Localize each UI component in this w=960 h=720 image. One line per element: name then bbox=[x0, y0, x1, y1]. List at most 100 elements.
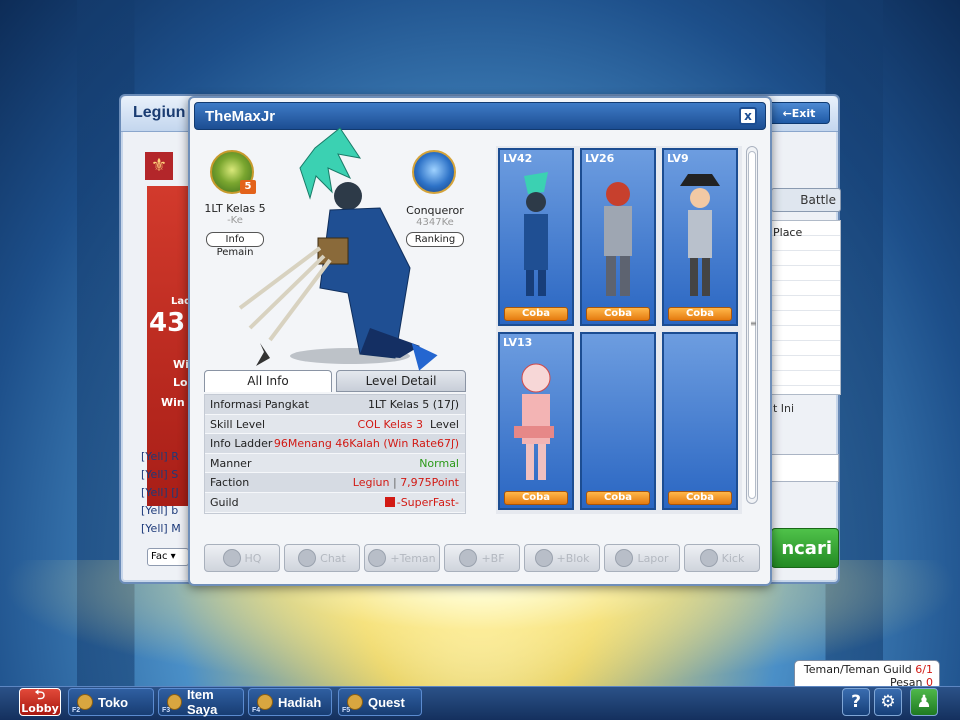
lobby-label: Lobby bbox=[21, 702, 59, 715]
slot-level: LV9 bbox=[667, 152, 689, 165]
ladder-value: 43 bbox=[149, 308, 186, 338]
block-icon bbox=[534, 549, 553, 567]
action-label: HQ bbox=[244, 551, 262, 565]
slot-level: LV42 bbox=[503, 152, 533, 165]
info-key: Info Ladder bbox=[210, 437, 273, 451]
guild-name: -SuperFast- bbox=[396, 495, 459, 509]
lose-label: Lo bbox=[173, 376, 188, 389]
report-button[interactable]: Lapor bbox=[604, 544, 680, 572]
hotkey-label: F3 bbox=[162, 707, 171, 714]
hotkey-label: F2 bbox=[72, 707, 81, 714]
report-icon bbox=[615, 549, 634, 567]
friends-count: 6/1 bbox=[915, 663, 933, 676]
battle-button[interactable]: Battle bbox=[771, 188, 841, 212]
info-table: Informasi Pangkat 1LT Kelas 5 (17ʃ) Skil… bbox=[204, 394, 466, 514]
character-avatar bbox=[238, 127, 420, 366]
grip-icon: ≡ bbox=[750, 319, 757, 328]
info-key: Faction bbox=[210, 476, 250, 490]
action-label: +Teman bbox=[390, 551, 436, 565]
settings-gear-icon[interactable]: ⚙ bbox=[874, 688, 902, 716]
chat-button[interactable]: Chat bbox=[284, 544, 360, 572]
faction-separator: | bbox=[392, 476, 397, 490]
chat-icon bbox=[298, 549, 317, 567]
info-row: Skill Level COL Kelas 3 Level bbox=[205, 415, 465, 435]
hq-button[interactable]: HQ bbox=[204, 544, 280, 572]
coba-button[interactable]: Coba bbox=[668, 491, 732, 505]
action-label: Kick bbox=[721, 551, 745, 565]
toko-button[interactable]: F2 Toko bbox=[68, 688, 154, 716]
close-button[interactable]: x bbox=[739, 107, 757, 125]
faction-select[interactable]: Fac ▾ bbox=[147, 548, 189, 566]
ranking-list bbox=[771, 220, 841, 395]
character-slot[interactable]: LV9 Coba bbox=[662, 148, 738, 326]
coba-button[interactable]: Coba bbox=[586, 307, 650, 321]
toko-label: Toko bbox=[98, 694, 129, 710]
scroll-thumb[interactable]: ≡ bbox=[748, 151, 757, 499]
bf-icon bbox=[459, 549, 478, 567]
tab-all-info[interactable]: All Info bbox=[204, 370, 332, 392]
character-figure-icon bbox=[524, 172, 548, 296]
hq-icon bbox=[222, 549, 241, 567]
kick-button[interactable]: Kick bbox=[684, 544, 760, 572]
character-slot[interactable]: LV42 Coba bbox=[498, 148, 574, 326]
block-button[interactable]: +Blok bbox=[524, 544, 600, 572]
info-key: Manner bbox=[210, 456, 252, 470]
item-saya-button[interactable]: F3 Item Saya bbox=[158, 687, 244, 717]
hadiah-label: Hadiah bbox=[278, 694, 322, 710]
action-label: +BF bbox=[481, 551, 505, 565]
info-value: COL Kelas 3 Level bbox=[358, 415, 459, 435]
quest-button[interactable]: F5 Quest bbox=[338, 688, 422, 716]
character-slot[interactable]: LV26 Coba bbox=[580, 148, 656, 326]
faction-select-value: Fac bbox=[151, 551, 168, 562]
help-button[interactable]: ? bbox=[842, 688, 870, 716]
character-slot[interactable]: Coba bbox=[580, 332, 656, 510]
search-button[interactable]: ncari bbox=[771, 528, 839, 568]
skill-level-suffix: Level bbox=[429, 417, 459, 431]
skill-level-value: COL Kelas 3 bbox=[357, 417, 423, 431]
character-figure-icon bbox=[514, 363, 554, 480]
winrate-label: Win bbox=[161, 396, 185, 409]
faction-points: 7,975Point bbox=[400, 476, 459, 490]
coba-button[interactable]: Coba bbox=[668, 307, 732, 321]
info-row: Manner Normal bbox=[205, 454, 465, 474]
character-slots: LV42 Coba LV26 Coba LV9 Coba LV13 Coba C… bbox=[496, 146, 742, 514]
exit-button[interactable]: ← Exit bbox=[768, 102, 830, 124]
slot-level: LV26 bbox=[585, 152, 615, 165]
tab-level-detail[interactable]: Level Detail bbox=[336, 370, 466, 392]
add-bf-button[interactable]: +BF bbox=[444, 544, 520, 572]
info-row: Faction Legiun | 7,975Point bbox=[205, 473, 465, 493]
coba-button[interactable]: Coba bbox=[504, 491, 568, 505]
add-friend-button[interactable]: +Teman bbox=[364, 544, 440, 572]
friends-line: Teman/Teman Guild 6/1 bbox=[801, 663, 933, 676]
action-bar: HQ Chat +Teman +BF +Blok Lapor Kick bbox=[204, 544, 760, 574]
character-slot[interactable]: Coba bbox=[662, 332, 738, 510]
profile-window: TheMaxJr x 5 1LT Kelas 5 -Ke Info Pemain… bbox=[188, 96, 772, 586]
exit-label: Exit bbox=[791, 106, 816, 120]
side-input[interactable] bbox=[771, 454, 839, 482]
slot-level: LV13 bbox=[503, 336, 533, 349]
action-label: +Blok bbox=[556, 551, 590, 565]
character-scrollbar[interactable]: ≡ bbox=[746, 146, 758, 504]
faction-name: Legiun bbox=[352, 476, 390, 490]
hadiah-button[interactable]: F4 Hadiah bbox=[248, 688, 332, 716]
info-row: Info Ladder 96Menang 46Kalah (Win Rate67… bbox=[205, 434, 465, 454]
item-saya-label: Item Saya bbox=[186, 687, 218, 717]
quest-label: Quest bbox=[368, 694, 405, 710]
coba-button[interactable]: Coba bbox=[504, 307, 568, 321]
place-label: Place bbox=[773, 226, 803, 239]
info-key: Informasi Pangkat bbox=[210, 398, 309, 411]
info-value: Legiun | 7,975Point bbox=[353, 473, 459, 493]
hotkey-label: F5 bbox=[342, 707, 351, 714]
faction-emblem-icon: ⚜ bbox=[145, 152, 173, 180]
character-slot[interactable]: LV13 Coba bbox=[498, 332, 574, 510]
back-arrow-icon: ⮌ bbox=[34, 688, 46, 703]
character-figure-icon bbox=[680, 174, 720, 296]
coba-button[interactable]: Coba bbox=[586, 491, 650, 505]
messenger-icon[interactable]: ♟ bbox=[910, 688, 938, 716]
info-row: Informasi Pangkat 1LT Kelas 5 (17ʃ) bbox=[205, 395, 465, 415]
lobby-button[interactable]: ⮌ Lobby bbox=[19, 688, 61, 716]
guild-emblem-icon bbox=[384, 496, 395, 507]
kick-icon bbox=[699, 549, 718, 567]
legiun-title: Legiun bbox=[133, 104, 186, 121]
friend-icon bbox=[368, 549, 387, 567]
